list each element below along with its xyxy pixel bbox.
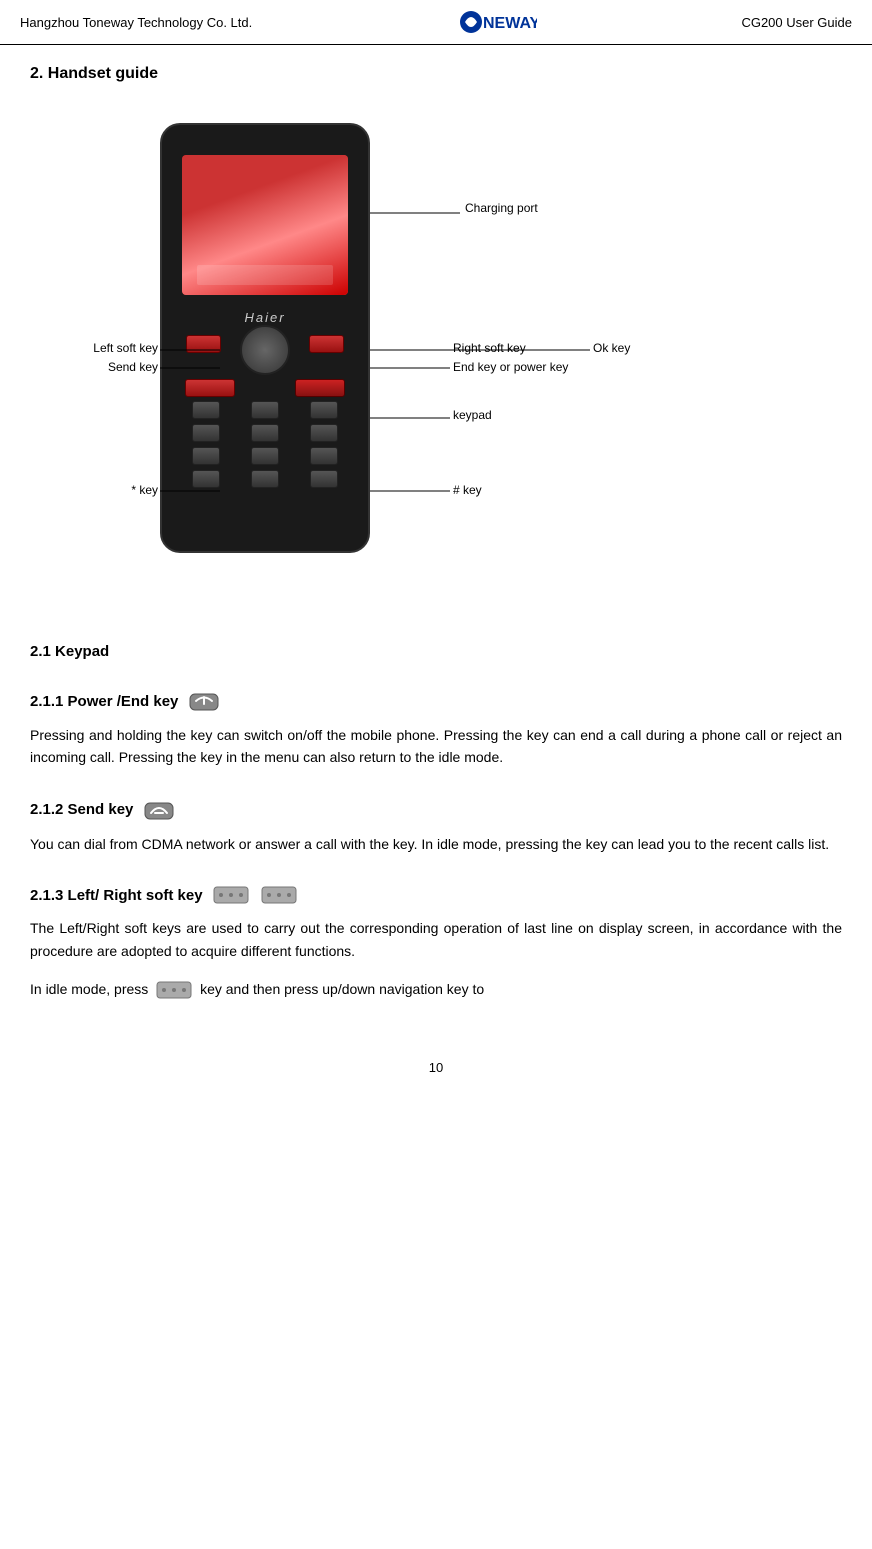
send-key-icon — [143, 799, 175, 821]
end-key-label: End key or power key — [453, 360, 568, 374]
key-5[interactable] — [251, 424, 279, 442]
page-number: 10 — [429, 1060, 443, 1075]
guide-title: CG200 User Guide — [741, 15, 852, 30]
keypad-label: keypad — [453, 408, 492, 422]
num-row-1 — [177, 401, 353, 419]
key-hash[interactable] — [310, 470, 338, 488]
section-title: 2. Handset guide — [30, 65, 842, 83]
key-4[interactable] — [192, 424, 220, 442]
charging-port-label: Charging port — [465, 201, 538, 215]
subsection-2-1-3-body: The Left/Right soft keys are used to car… — [30, 917, 842, 962]
right-soft-key-btn[interactable] — [309, 335, 344, 353]
phone-screen — [182, 155, 348, 295]
phone-image: Haier — [160, 123, 370, 553]
star-key-label: * key — [30, 483, 158, 497]
phone-keypad-area — [177, 335, 353, 531]
page-footer: 10 — [0, 1050, 872, 1085]
key-7[interactable] — [192, 447, 220, 465]
logo: NEWAY — [457, 8, 537, 36]
main-content: 2. Handset guide Haier — [0, 45, 872, 1050]
end-key-btn[interactable] — [295, 379, 345, 397]
subsection-2-1-3: 2.1.3 Left/ Right soft key The Left/Righ… — [30, 885, 842, 1000]
nav-row — [177, 335, 353, 375]
left-soft-key-btn[interactable] — [186, 335, 221, 353]
left-soft-key-icon — [213, 885, 249, 905]
power-end-key-icon — [188, 690, 220, 712]
num-row-4 — [177, 470, 353, 488]
key-0[interactable] — [251, 470, 279, 488]
send-key-label: Send key — [30, 360, 158, 374]
num-row-2 — [177, 424, 353, 442]
subsection-2-1-3-extra: In idle mode, press key and then press u… — [30, 978, 842, 1000]
call-row — [177, 379, 353, 397]
svg-text:NEWAY: NEWAY — [483, 15, 537, 32]
subsection-2-1-1-body: Pressing and holding the key can switch … — [30, 724, 842, 769]
key-3[interactable] — [310, 401, 338, 419]
page-header: Hangzhou Toneway Technology Co. Ltd. NEW… — [0, 0, 872, 45]
key-8[interactable] — [251, 447, 279, 465]
ok-key-label: Ok key — [593, 341, 630, 355]
subsection-2-1-1: 2.1.1 Power /End key Pressing and holdin… — [30, 690, 842, 769]
right-soft-key-label: Right soft key — [453, 341, 526, 355]
subsection-2-1: 2.1 Keypad — [30, 643, 842, 660]
logo-svg: NEWAY — [457, 8, 537, 36]
key-1[interactable] — [192, 401, 220, 419]
key-2[interactable] — [251, 401, 279, 419]
inline-soft-key-icon — [156, 980, 192, 1000]
key-9[interactable] — [310, 447, 338, 465]
hash-key-label: # key — [453, 483, 482, 497]
subsection-2-1-1-title: 2.1.1 Power /End key — [30, 690, 842, 712]
left-soft-key-label: Left soft key — [30, 341, 158, 355]
subsection-2-1-title: 2.1 Keypad — [30, 643, 842, 660]
subsection-2-1-2: 2.1.2 Send key You can dial from CDMA ne… — [30, 799, 842, 855]
company-name: Hangzhou Toneway Technology Co. Ltd. — [20, 15, 252, 30]
nav-key-btn[interactable] — [240, 325, 290, 375]
send-key-btn[interactable] — [185, 379, 235, 397]
handset-diagram: Haier — [30, 103, 842, 603]
phone-brand: Haier — [162, 310, 368, 325]
key-6[interactable] — [310, 424, 338, 442]
key-star[interactable] — [192, 470, 220, 488]
phone-screen-inner — [182, 155, 348, 295]
right-soft-key-icon — [261, 885, 297, 905]
subsection-2-1-3-title: 2.1.3 Left/ Right soft key — [30, 885, 842, 905]
subsection-2-1-2-body: You can dial from CDMA network or answer… — [30, 833, 842, 855]
subsection-2-1-2-title: 2.1.2 Send key — [30, 799, 842, 821]
num-row-3 — [177, 447, 353, 465]
